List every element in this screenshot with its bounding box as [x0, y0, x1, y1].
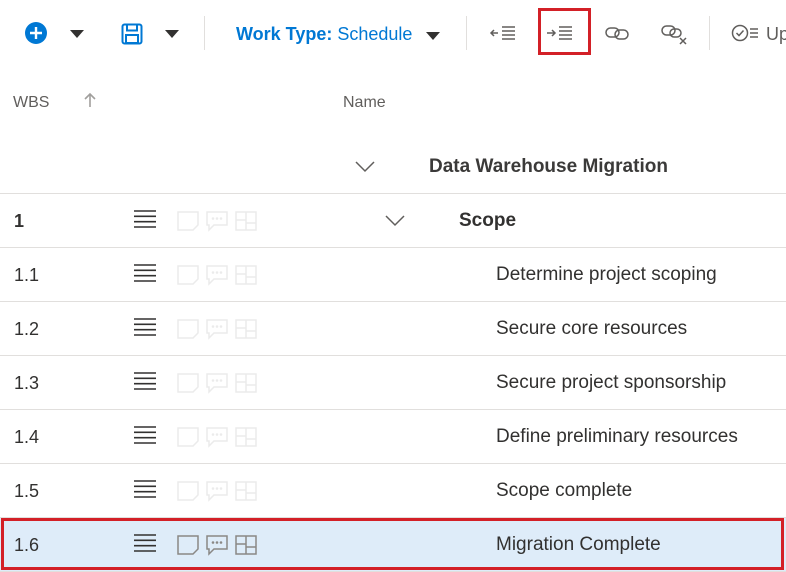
table-row[interactable]: 1.5 Scope complete [0, 464, 786, 518]
board-icon [235, 427, 257, 447]
indicator-icons [176, 480, 258, 502]
table-row[interactable]: 1 Scope [0, 194, 786, 248]
note-icon [177, 481, 199, 501]
task-wbs: 1.1 [14, 265, 40, 285]
save-dropdown-caret-icon[interactable] [163, 29, 181, 39]
task-wbs: 1.5 [14, 481, 40, 501]
comment-icon [206, 319, 228, 340]
comment-icon [206, 373, 228, 394]
note-icon [177, 427, 199, 447]
work-type-label: Work Type: [236, 23, 333, 44]
indent-button-highlight [538, 8, 591, 55]
comment-icon [206, 265, 228, 286]
selected-row-highlight [1, 518, 784, 570]
toolbar-separator [709, 16, 710, 50]
column-header-name[interactable]: Name [343, 94, 386, 112]
chevron-down-icon [426, 24, 441, 45]
indicator-icons [176, 318, 258, 340]
task-name[interactable]: Secure project sponsorship [496, 372, 726, 394]
note-icon [177, 319, 199, 339]
board-icon [235, 481, 257, 501]
chevron-down-icon[interactable] [355, 160, 375, 178]
board-icon [235, 211, 257, 231]
link-icon[interactable] [603, 22, 631, 44]
indicator-icons [176, 264, 258, 286]
task-name[interactable]: Scope [459, 210, 516, 232]
note-icon [177, 211, 199, 231]
indicator-icons [176, 210, 258, 232]
task-name[interactable]: Define preliminary resources [496, 426, 738, 448]
outdent-icon[interactable] [488, 22, 518, 44]
add-dropdown-caret-icon[interactable] [68, 29, 86, 39]
table-row[interactable]: Data Warehouse Migration [0, 140, 786, 194]
board-icon [235, 319, 257, 339]
row-menu-icon[interactable] [134, 209, 156, 234]
row-menu-icon[interactable] [134, 425, 156, 450]
row-menu-icon[interactable] [134, 479, 156, 504]
task-name[interactable]: Scope complete [496, 480, 632, 502]
check-circle-icon[interactable] [730, 22, 760, 44]
table-row[interactable]: 1.3 Secure project sponsorship [0, 356, 786, 410]
update-button-label[interactable]: Up [766, 22, 786, 46]
toolbar-separator [466, 16, 467, 50]
arrow-up-icon[interactable] [83, 92, 97, 113]
task-wbs: 1.4 [14, 427, 40, 447]
grid-header: WBS Name [0, 62, 786, 140]
note-icon [177, 265, 199, 285]
task-name[interactable]: Determine project scoping [496, 264, 717, 286]
comment-icon [206, 481, 228, 502]
unlink-icon[interactable] [659, 22, 689, 46]
comment-icon [206, 211, 228, 232]
comment-icon [206, 427, 228, 448]
toolbar: Work Type: Schedule Up [0, 0, 786, 63]
task-wbs: 1 [14, 211, 25, 231]
indicator-icons [176, 372, 258, 394]
work-type-value: Schedule [337, 23, 413, 44]
table-row[interactable]: 1.4 Define preliminary resources [0, 410, 786, 464]
work-type-dropdown[interactable]: Work Type: Schedule [236, 20, 441, 48]
table-row[interactable]: 1.1 Determine project scoping [0, 248, 786, 302]
row-menu-icon[interactable] [134, 371, 156, 396]
task-wbs: 1.2 [14, 319, 40, 339]
table-row[interactable]: 1.2 Secure core resources [0, 302, 786, 356]
board-icon [235, 265, 257, 285]
row-menu-icon[interactable] [134, 263, 156, 288]
save-icon[interactable] [120, 22, 144, 46]
note-icon [177, 373, 199, 393]
task-grid: Data Warehouse Migration 1 Scope 1.1 Det… [0, 140, 786, 572]
toolbar-separator [204, 16, 205, 50]
board-icon [235, 373, 257, 393]
task-name[interactable]: Data Warehouse Migration [429, 156, 668, 178]
indicator-icons [176, 426, 258, 448]
task-name[interactable]: Secure core resources [496, 318, 687, 340]
task-wbs: 1.3 [14, 373, 40, 393]
column-header-wbs[interactable]: WBS [13, 94, 49, 112]
row-menu-icon[interactable] [134, 317, 156, 342]
chevron-down-icon[interactable] [385, 214, 405, 232]
plus-circle-icon[interactable] [24, 21, 48, 45]
